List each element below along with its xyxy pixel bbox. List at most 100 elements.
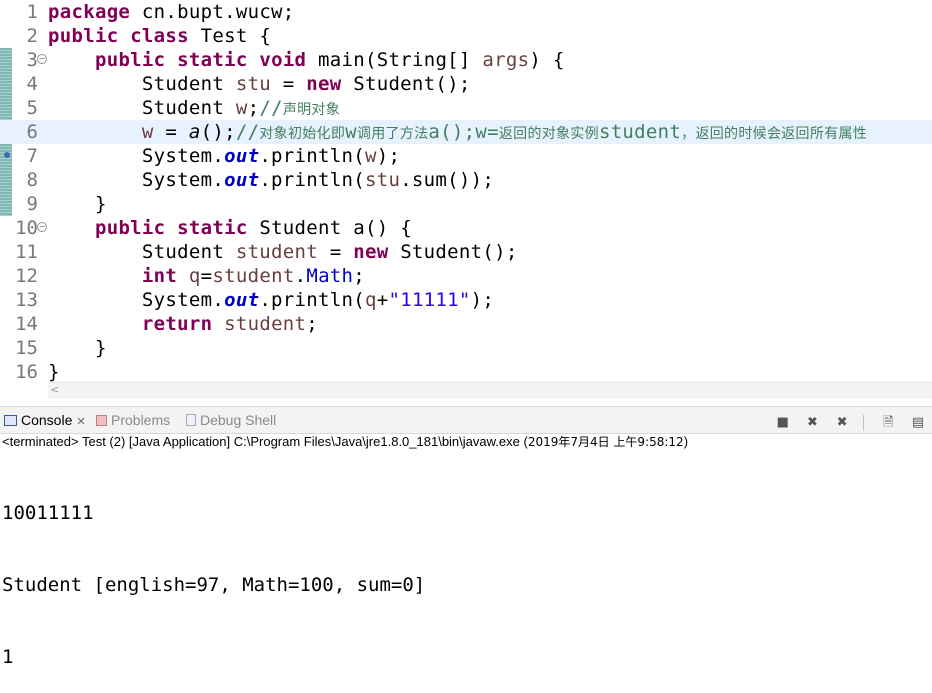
clear-console-icon[interactable]: 🗎 — [880, 415, 896, 431]
scroll-lock-icon[interactable]: ▤ — [910, 415, 926, 431]
line-number: 2 — [26, 25, 38, 47]
code-token: 对象初始化即 — [259, 126, 346, 142]
code-token: + — [376, 289, 389, 311]
fold-toggle-icon[interactable]: − — [37, 222, 47, 232]
line-number: 4 — [26, 73, 38, 95]
bottom-panel-tabs: Console ✕ Problems Debug Shell ■ ✖ ✖ 🗎 ▤ — [0, 406, 932, 434]
code-token: System. — [48, 169, 225, 191]
code-token: Math — [306, 265, 354, 287]
line-number: 5 — [26, 97, 38, 119]
code-text: public static Student a() { — [48, 216, 412, 240]
code-line[interactable]: 7 System.out.println(w); — [0, 144, 932, 168]
code-token: a();w= — [428, 121, 499, 143]
code-token: System. — [48, 289, 225, 311]
code-text: System.out.println(stu.sum()); — [48, 168, 494, 192]
code-token: 调用了方法 — [356, 126, 429, 142]
code-token: "11111" — [388, 289, 471, 311]
code-token: static — [177, 217, 248, 239]
code-token: Test { — [188, 25, 272, 47]
terminate-icon[interactable]: ■ — [775, 415, 791, 431]
code-token: Student a() { — [247, 217, 412, 239]
code-line[interactable]: 16} — [0, 360, 932, 384]
code-text: package cn.bupt.wucw; — [48, 0, 295, 24]
code-line[interactable]: 11 Student student = new Student(); — [0, 240, 932, 264]
code-token: Student — [48, 73, 236, 95]
code-token: ) { — [529, 49, 565, 71]
code-editor[interactable]: 1 package cn.bupt.wucw; 2 public class Test… — [0, 0, 932, 384]
line-number: 12 — [15, 265, 38, 287]
console-output[interactable]: 10011111 Student [english=97, Math=100, … — [2, 453, 425, 693]
code-token: out — [224, 169, 260, 191]
remove-launch-icon[interactable]: ✖ — [804, 415, 820, 431]
line-number: 1 — [26, 1, 38, 23]
code-token: .println( — [259, 145, 365, 167]
code-line[interactable]: 2 public class Test { — [0, 24, 932, 48]
fold-toggle-icon[interactable]: − — [37, 54, 47, 64]
code-line[interactable]: 9 } — [0, 192, 932, 216]
code-line[interactable]: 13 System.out.println(q+"11111"); — [0, 288, 932, 312]
code-token: (); — [200, 121, 236, 143]
code-line[interactable]: 3− public static void main(String[] args… — [0, 48, 932, 72]
tab-problems[interactable]: Problems — [96, 410, 170, 430]
code-token: } — [48, 193, 107, 215]
code-token: student — [598, 121, 682, 143]
code-text: } — [48, 192, 107, 216]
code-text: } — [48, 336, 107, 360]
tab-console[interactable]: Console ✕ — [4, 410, 86, 430]
code-token: new — [306, 73, 342, 95]
code-token: student — [235, 241, 319, 263]
close-icon[interactable]: ✕ — [76, 416, 85, 428]
code-token: ; — [353, 265, 366, 287]
console-toolbar: ■ ✖ ✖ 🗎 ▤ — [771, 412, 926, 431]
tab-label: Problems — [111, 412, 171, 428]
code-token: } — [48, 337, 107, 359]
line-number: 3 — [26, 49, 38, 71]
code-text: System.out.println(q+"11111"); — [48, 288, 494, 312]
code-token: ，返回的时候会返回所有属性 — [681, 126, 868, 142]
status-suffix: ) — [683, 434, 689, 449]
code-token: student — [224, 313, 307, 335]
code-token: = — [153, 121, 189, 143]
tab-debug-shell[interactable]: Debug Shell — [186, 410, 276, 430]
code-line[interactable]: 6 w = a();//对象初始化即w调用了方法a();w=返回的对象实例stu… — [0, 120, 932, 144]
line-number: 10 — [15, 217, 38, 239]
code-line[interactable]: 1 package cn.bupt.wucw; — [0, 0, 932, 24]
code-line[interactable]: 5 Student w;//声明对象 — [0, 96, 932, 120]
remove-all-icon[interactable]: ✖ — [834, 415, 850, 431]
status-date: 2019年7月4日 上午9:58:12 — [527, 435, 684, 449]
code-token: System. — [48, 145, 225, 167]
code-token: // — [235, 121, 260, 143]
code-text: public class Test { — [48, 24, 271, 48]
code-token: Student — [48, 241, 236, 263]
code-token: .sum()); — [400, 169, 495, 191]
problems-icon — [96, 415, 107, 426]
code-line[interactable]: 15 } — [0, 336, 932, 360]
code-text: w = a();//对象初始化即w调用了方法a();w=返回的对象实例stude… — [48, 120, 867, 146]
code-line[interactable]: 12 int q=student.Math; — [0, 264, 932, 288]
code-token: ; — [306, 313, 319, 335]
code-token: public — [94, 217, 166, 239]
code-line[interactable]: 8 System.out.println(stu.sum()); — [0, 168, 932, 192]
code-token: package — [48, 1, 131, 23]
editor-horizontal-scrollbar[interactable]: < — [48, 382, 932, 399]
code-token: w — [235, 97, 248, 119]
code-line[interactable]: 14 return student; — [0, 312, 932, 336]
line-number: 14 — [15, 313, 38, 335]
code-token: stu — [364, 169, 401, 191]
code-line[interactable]: 10− public static Student a() { — [0, 216, 932, 240]
code-token: out — [224, 145, 260, 167]
console-output-line: Student [english=97, Math=100, sum=0] — [2, 574, 426, 596]
code-token: // — [259, 97, 283, 119]
code-token: } — [48, 361, 60, 383]
line-number: 11 — [15, 241, 38, 263]
code-line[interactable]: 4 Student stu = new Student(); — [0, 72, 932, 96]
code-text: System.out.println(w); — [48, 144, 400, 168]
code-token: Student(); — [388, 241, 518, 263]
scroll-left-icon[interactable]: < — [50, 383, 59, 396]
code-token: = — [318, 241, 354, 263]
